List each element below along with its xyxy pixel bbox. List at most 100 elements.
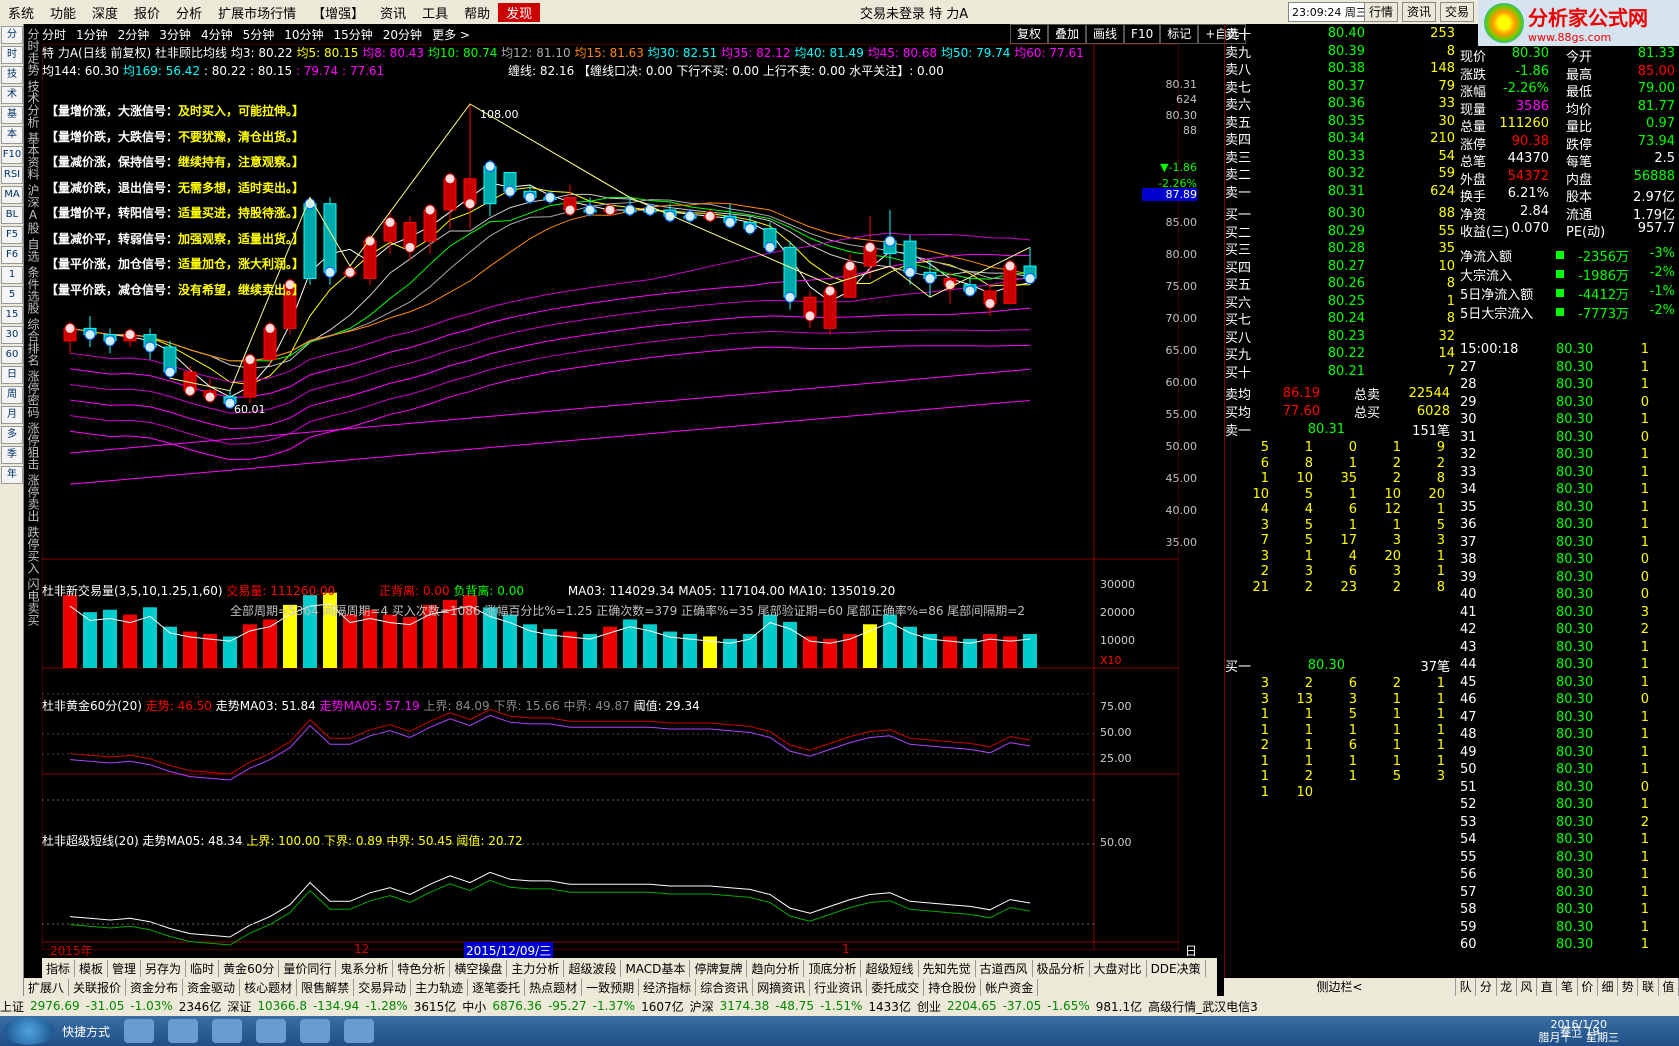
menu-item[interactable]: 发现	[498, 2, 541, 22]
top-button[interactable]: 交易	[1440, 2, 1475, 22]
period-tab[interactable]: 分时	[42, 26, 66, 43]
side-nav-item[interactable]: 闪电卖买	[26, 578, 40, 626]
info-tab[interactable]: 逐笔委托	[468, 978, 526, 996]
info-tab[interactable]: 资金驱动	[183, 978, 241, 996]
period-tab[interactable]: 10分钟	[284, 26, 323, 43]
start-button[interactable]	[4, 1017, 54, 1045]
toolbar-icon[interactable]: 日	[1, 366, 23, 384]
info-tab[interactable]: 核心题材	[240, 978, 298, 996]
side-nav-item[interactable]: 涨停卖出	[26, 474, 40, 522]
indicator-tab[interactable]: DDE决策	[1147, 959, 1206, 977]
toolbar-icon[interactable]: 1	[1, 266, 23, 284]
toolbar-icon[interactable]: 时	[1, 46, 23, 64]
indicator-tab[interactable]: 趋向分析	[747, 959, 805, 977]
indicator-tab[interactable]: 管理	[108, 959, 142, 977]
app-icon[interactable]	[256, 1019, 287, 1043]
indicator-tab[interactable]: 顶底分析	[804, 959, 862, 977]
indicator-tab[interactable]: 黄金60分	[219, 959, 280, 977]
indicator-tab[interactable]: 极品分析	[1033, 959, 1090, 977]
info-tab[interactable]: 一致预期	[582, 978, 640, 996]
right-tab[interactable]: 笔	[1557, 978, 1578, 996]
menu-item[interactable]: 报价	[126, 3, 168, 22]
indicator-tab[interactable]: 古道西风	[976, 959, 1033, 977]
period-tab[interactable]: 20分钟	[383, 26, 422, 43]
menu-item[interactable]: 深度	[84, 3, 126, 22]
info-tab[interactable]: 关联报价	[69, 978, 127, 996]
indicator-tab[interactable]: 大盘对比	[1090, 959, 1147, 977]
indicator-tab[interactable]: 主力分析	[507, 959, 565, 977]
info-tab[interactable]: 帐户资金	[981, 978, 1039, 996]
toolbar-icon[interactable]: F10	[1, 146, 23, 164]
right-tab[interactable]: 队列	[1456, 978, 1477, 1011]
chart-tool-button[interactable]: 画线	[1086, 24, 1125, 44]
side-nav-item[interactable]: 基本资料	[26, 132, 40, 180]
menu-item[interactable]: 【增强】	[304, 3, 372, 22]
indicator-tab[interactable]: MACD基本	[621, 959, 691, 977]
period-tab[interactable]: 15分钟	[334, 26, 373, 43]
toolbar-icon[interactable]: 30	[1, 326, 23, 344]
toolbar-icon[interactable]: 15	[1, 306, 23, 324]
right-tab[interactable]: 联	[1638, 978, 1659, 996]
chart-tool-button[interactable]: F10	[1124, 24, 1161, 44]
toolbar-icon[interactable]: 季	[1, 446, 23, 464]
info-tab[interactable]: 热点题材	[525, 978, 583, 996]
indicator-tab[interactable]: 指标	[42, 959, 76, 977]
info-tab[interactable]: 限售解禁	[297, 978, 355, 996]
sidebar-toggle[interactable]: 侧边栏<	[1224, 978, 1456, 996]
info-tab[interactable]: 主力轨迹	[411, 978, 469, 996]
indicator-tab[interactable]: 模板	[75, 959, 109, 977]
info-tab[interactable]: 行业资讯	[810, 978, 868, 996]
ie-icon[interactable]	[124, 1019, 155, 1043]
stock-app-icon[interactable]	[344, 1019, 375, 1043]
right-tab[interactable]: 值	[1659, 978, 1679, 996]
right-tab[interactable]: 风向	[1517, 978, 1538, 1011]
info-tab[interactable]: 委托成交	[867, 978, 925, 996]
menu-item[interactable]: 功能	[42, 3, 84, 22]
info-tab[interactable]: 经济指标	[639, 978, 697, 996]
period-tab[interactable]: 5分钟	[243, 26, 275, 43]
indicator-tab[interactable]: 另存为	[141, 959, 187, 977]
side-nav-item[interactable]: 跌停买入	[26, 526, 40, 574]
toolbar-icon[interactable]: 5	[1, 286, 23, 304]
toolbar-icon[interactable]: 技	[1, 66, 23, 84]
side-nav-item[interactable]: 分时走势	[26, 28, 40, 76]
indicator-tab[interactable]: 量价同行	[279, 959, 337, 977]
indicator-tab[interactable]: 临时	[186, 959, 220, 977]
chart-tool-button[interactable]: 叠加	[1048, 24, 1087, 44]
period-tab[interactable]: 2分钟	[118, 26, 150, 43]
toolbar-icon[interactable]: 多	[1, 426, 23, 444]
side-nav-item[interactable]: 自选	[26, 238, 40, 262]
info-tab[interactable]: 持仓股份	[924, 978, 982, 996]
top-button[interactable]: 行情	[1364, 2, 1399, 22]
toolbar-icon[interactable]: 月	[1, 406, 23, 424]
right-tab[interactable]: 势	[1618, 978, 1639, 996]
toolbar-icon[interactable]: BL	[1, 206, 23, 224]
indicator-tab[interactable]: 超级波段	[564, 959, 622, 977]
folder-icon[interactable]	[168, 1019, 199, 1043]
toolbar-icon[interactable]: MA	[1, 186, 23, 204]
media-icon[interactable]	[212, 1019, 243, 1043]
indicator-tab[interactable]: 鬼系分析	[336, 959, 394, 977]
info-tab[interactable]: 网摘资讯	[753, 978, 811, 996]
selected-date[interactable]: 2015/12/09/三	[464, 942, 554, 959]
side-nav-item[interactable]: 条件选股	[26, 266, 40, 314]
menu-item[interactable]: 扩展市场行情	[210, 3, 304, 22]
indicator-tab[interactable]: 横空操盘	[450, 959, 508, 977]
toolbar-icon[interactable]: 60	[1, 346, 23, 364]
chart-tool-button[interactable]: 标记	[1160, 24, 1199, 44]
toolbar-icon[interactable]: 基	[1, 106, 23, 124]
info-tab[interactable]: 综合资讯	[696, 978, 754, 996]
toolbar-icon[interactable]: 年	[1, 466, 23, 484]
toolbar-icon[interactable]: 本	[1, 126, 23, 144]
period-tab[interactable]: 1分钟	[76, 26, 108, 43]
right-tab[interactable]: 分布	[1476, 978, 1497, 1011]
side-nav-item[interactable]: 综合排名	[26, 318, 40, 366]
toolbar-icon[interactable]: F5	[1, 226, 23, 244]
top-button[interactable]: 资讯	[1402, 2, 1437, 22]
indicator-tab[interactable]: 特色分析	[393, 959, 451, 977]
side-nav-item[interactable]: 涨停密码	[26, 370, 40, 418]
right-tab[interactable]: 直播	[1537, 978, 1558, 1011]
toolbar-icon[interactable]: F6	[1, 246, 23, 264]
toolbar-icon[interactable]: RSI	[1, 166, 23, 184]
indicator-tab[interactable]: 超级短线	[861, 959, 919, 977]
